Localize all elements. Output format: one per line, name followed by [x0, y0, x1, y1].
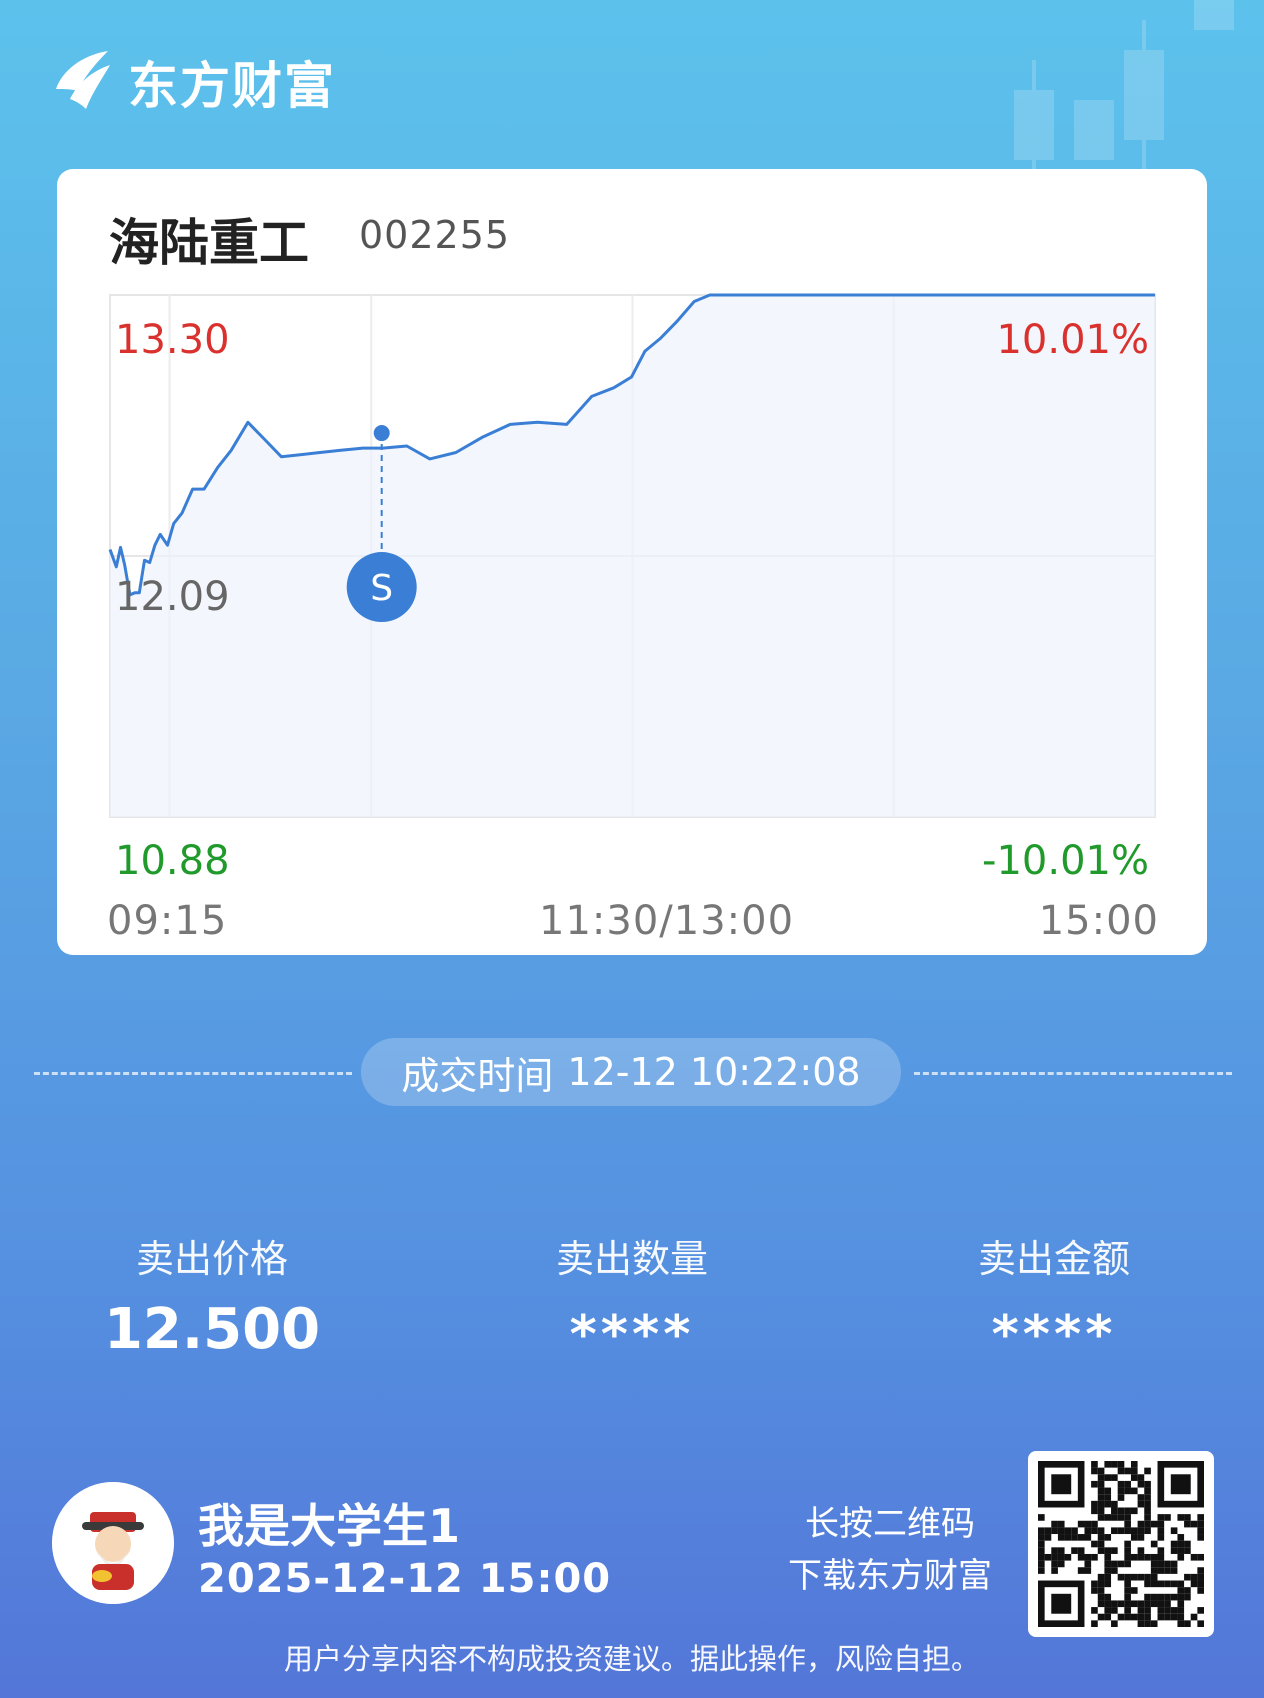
- eastmoney-logo-icon: [56, 51, 110, 109]
- sell-price-stat: 卖出价格 12.500: [62, 1228, 362, 1362]
- download-qr-code[interactable]: [1028, 1451, 1214, 1637]
- disclaimer: 用户分享内容不构成投资建议。据此操作，风险自担。: [283, 1642, 980, 1676]
- time-tick-end: 15:00: [1038, 898, 1159, 944]
- price-low-label: 10.88: [115, 838, 230, 884]
- user-name: 我是大学生1: [198, 1499, 461, 1553]
- trade-time-label: 成交时间: [401, 1053, 554, 1098]
- avatar[interactable]: [52, 1482, 174, 1604]
- trade-time-value: 12-12 10:22:08: [567, 1050, 861, 1094]
- trade-time-row: 成交时间 12-12 10:22:08: [0, 1038, 1264, 1108]
- prev-close-label: 12.09: [115, 574, 230, 620]
- sell-quantity-stat: 卖出数量 ****: [482, 1228, 782, 1365]
- sell-quantity-label: 卖出数量: [555, 1237, 708, 1281]
- fortune-god-avatar-icon: [52, 1482, 174, 1604]
- sell-quantity-value: ****: [569, 1305, 695, 1365]
- stock-chart-card[interactable]: 海陆重工 002255 S 13.30 12.09 10.88 10.01% -…: [57, 169, 1207, 955]
- qr-hint-line2: 下载东方财富: [788, 1556, 992, 1596]
- qr-code-icon: [1038, 1461, 1204, 1627]
- sell-amount-value: ****: [991, 1305, 1117, 1365]
- price-high-label: 13.30: [115, 317, 230, 363]
- sell-price-value: 12.500: [103, 1297, 321, 1362]
- pct-high-label: 10.01%: [996, 317, 1149, 363]
- sell-amount-label: 卖出金额: [977, 1237, 1130, 1281]
- qr-hint-line1: 长按二维码: [805, 1504, 975, 1544]
- sell-price-label: 卖出价格: [135, 1237, 288, 1281]
- share-timestamp: 2025-12-12 15:00: [198, 1556, 612, 1602]
- dashed-divider-left: [34, 1072, 352, 1075]
- trade-time-pill: 成交时间 12-12 10:22:08: [361, 1038, 901, 1106]
- pct-low-label: -10.01%: [982, 838, 1149, 884]
- sell-amount-stat: 卖出金额 ****: [904, 1228, 1204, 1365]
- sell-marker-dot: [373, 425, 390, 442]
- time-tick-start: 09:15: [107, 898, 228, 944]
- sell-marker-label: S: [370, 568, 393, 609]
- brand-name: 东方财富: [128, 57, 336, 115]
- time-tick-mid: 11:30/13:00: [539, 898, 795, 944]
- brand-header: 东方财富: [52, 46, 336, 118]
- qr-hint: 长按二维码 下载东方财富: [770, 1498, 1010, 1602]
- dashed-divider-right: [914, 1072, 1232, 1075]
